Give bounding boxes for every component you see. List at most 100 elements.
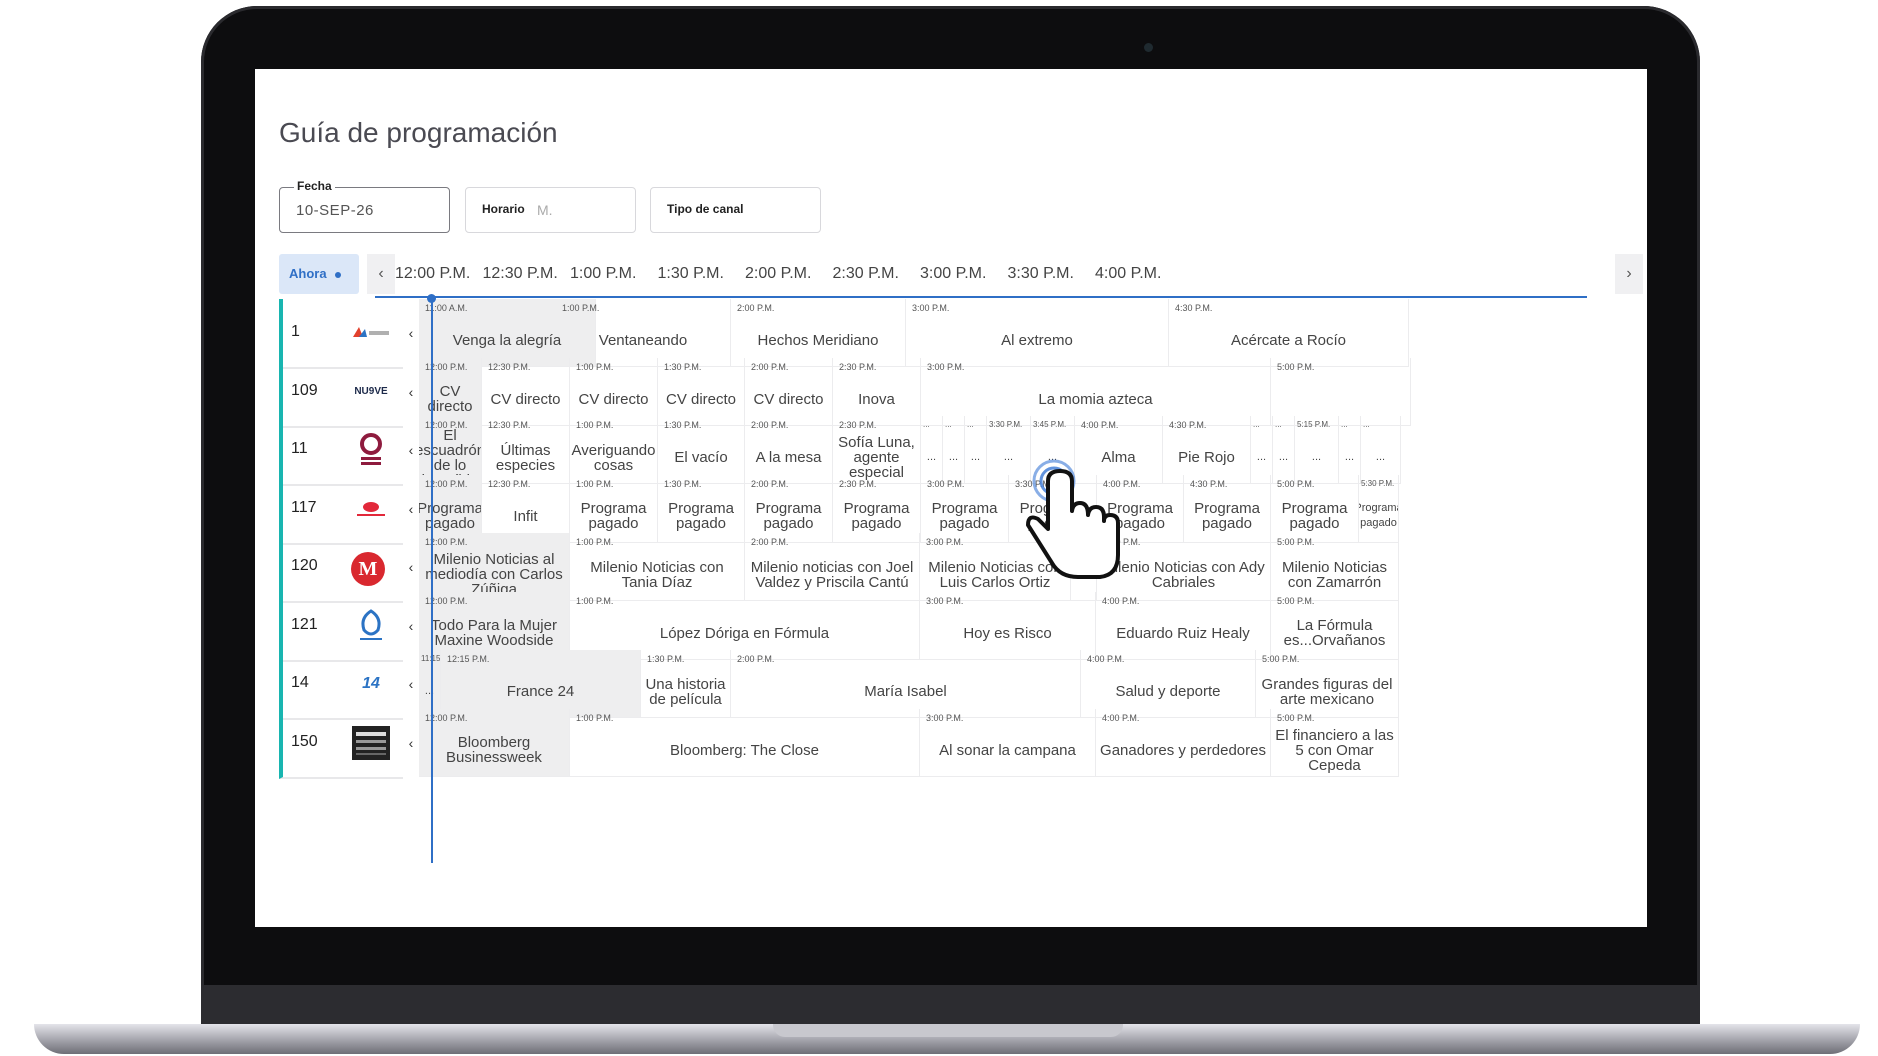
- program-title: Bloomberg Businessweek: [446, 734, 542, 766]
- schedule-select[interactable]: Horario M.: [465, 187, 636, 233]
- channel-type-select-label: Tipo de canal: [667, 202, 744, 216]
- program-time: 1:00 P.M.: [562, 303, 600, 313]
- radio-formula-logo: [351, 608, 391, 641]
- program-time: 12:30 P.M.: [488, 478, 531, 489]
- program-time: 12:15 P.M.: [447, 654, 490, 664]
- program-time: ...: [967, 420, 974, 429]
- channel-number: 14: [291, 674, 309, 691]
- program-time: 1:00 P.M.: [576, 712, 614, 723]
- chevron-left-icon[interactable]: ‹: [403, 709, 419, 777]
- program-time: ...: [923, 420, 930, 429]
- time-bar: Ahora ‹ › 12:00 P.M. 12:30 P.M. 1:00 P.M. 1…: [279, 254, 1643, 294]
- now-dot-icon: [334, 271, 341, 278]
- program-time: 1:30 P.M.: [664, 361, 702, 372]
- tv-shopping-logo: [351, 494, 391, 524]
- program-time: 1:00 P.M.: [576, 595, 614, 606]
- program-title: Al sonar la campana: [939, 741, 1076, 759]
- program-time: ...: [1275, 420, 1282, 429]
- bloomberg-logo: [351, 725, 391, 760]
- program-time: 3:00 P.M.: [926, 595, 964, 606]
- program-time: 3:00 P.M.: [926, 537, 964, 547]
- program-time: ...: [945, 420, 952, 429]
- program-time: 4:00 P.M.: [1087, 654, 1125, 664]
- program-time: 5:00 P.M.: [1277, 361, 1315, 372]
- program-time: 5:00 P.M.: [1277, 595, 1315, 606]
- program-time: 2:30 P.M.: [839, 478, 877, 489]
- time-bar-underline: [375, 296, 1587, 298]
- program-title: Bloomberg: The Close: [670, 741, 819, 759]
- program-time: 2:00 P.M.: [751, 478, 789, 489]
- canal-once-logo: [351, 433, 391, 465]
- laptop-chin: [201, 985, 1700, 1025]
- program-time: 2:00 P.M.: [751, 361, 789, 372]
- program-time: 3:00 P.M.: [927, 478, 965, 489]
- program-time: 2:00 P.M.: [751, 420, 789, 430]
- program-time: 4:00 P.M.: [1081, 420, 1119, 430]
- program-time: ...: [1363, 420, 1370, 429]
- program-time: 2:00 P.M.: [737, 654, 775, 664]
- hand-pointer-icon: [1026, 459, 1120, 579]
- program-time: 5:30 P.M.: [1361, 478, 1395, 488]
- chevron-right-icon[interactable]: ›: [1615, 254, 1643, 294]
- channel-logo-text: 14: [362, 675, 380, 692]
- schedule-select-placeholder: M.: [537, 202, 553, 218]
- azteca-uno-logo: [351, 318, 391, 348]
- time-slot: 12:30 P.M.: [482, 265, 558, 282]
- program-title: El financiero a las 5 con Omar Cepeda: [1275, 726, 1394, 774]
- program-time: 3:45 P.M.: [1033, 420, 1067, 429]
- program-time: 2:00 P.M.: [751, 537, 789, 547]
- time-slot: 1:00 P.M.: [570, 265, 637, 282]
- channel-number: 1: [291, 323, 300, 340]
- program-time: 1:30 P.M.: [664, 420, 702, 430]
- program-time: ...: [1253, 420, 1260, 429]
- channel-number: 117: [291, 498, 317, 516]
- now-button[interactable]: Ahora: [279, 254, 359, 294]
- channel-type-select[interactable]: Tipo de canal: [650, 187, 821, 233]
- program-cell[interactable]: 3:00 P.M. Al sonar la campana: [920, 708, 1096, 777]
- current-time-line: [431, 298, 433, 863]
- program-time: 5:00 P.M.: [1277, 537, 1315, 547]
- program-time: 12:30 P.M.: [488, 361, 531, 372]
- program-time: 5:00 P.M.: [1277, 712, 1315, 723]
- program-time: ...: [1341, 420, 1348, 429]
- program-title: Ganadores y perdedores: [1100, 741, 1266, 759]
- channel-number: 150: [291, 732, 318, 750]
- chevron-left-icon[interactable]: ‹: [367, 254, 395, 294]
- program-time: 1:00 P.M.: [576, 420, 614, 430]
- program-time: 1:30 P.M.: [647, 654, 685, 664]
- program-cell[interactable]: 5:00 P.M. El financiero a las 5 con Omar …: [1271, 708, 1399, 777]
- current-time-dot: [427, 294, 436, 303]
- program-time: 4:00 P.M.: [1102, 595, 1140, 606]
- channel-number: 11: [291, 440, 308, 457]
- program-time: 4:30 P.M.: [1169, 420, 1207, 430]
- channel-cell[interactable]: 150: [279, 708, 403, 779]
- date-field-value: 10-SEP-26: [296, 202, 374, 219]
- program-time: 1:00 P.M.: [576, 361, 614, 372]
- program-time: 4:00 P.M.: [1102, 712, 1140, 723]
- time-slot: 3:30 P.M.: [1007, 265, 1074, 282]
- program-cell[interactable]: 1:00 P.M. Bloomberg: The Close: [570, 708, 920, 777]
- program-cell[interactable]: 4:00 P.M. Ganadores y perdedores: [1096, 708, 1271, 777]
- channel-number: 121: [291, 615, 318, 633]
- program-cell[interactable]: 12:00 P.M. Bloomberg Businessweek: [419, 708, 570, 777]
- date-field-label: Fecha: [294, 179, 335, 193]
- program-time: 5:00 P.M.: [1262, 654, 1300, 664]
- program-time: 3:30 P.M.: [989, 420, 1023, 429]
- time-slot: 2:00 P.M.: [745, 265, 812, 282]
- program-time: 5:15 P.M.: [1297, 420, 1331, 429]
- canal-catorce-logo: 14: [351, 669, 391, 699]
- program-time: 4:30 P.M.: [1190, 478, 1228, 489]
- time-slot: 12:00 P.M.: [395, 265, 471, 282]
- webcam-icon: [1144, 43, 1153, 52]
- channel-logo-text: NU9VE: [354, 386, 388, 397]
- channel-number: 109: [291, 381, 318, 399]
- program-time: 1:00 P.M.: [576, 478, 614, 489]
- program-time: 3:00 P.M.: [927, 361, 965, 372]
- program-time: 3:00 P.M.: [912, 303, 950, 313]
- now-label: Ahora: [289, 266, 327, 281]
- nueve-logo: NU9VE: [351, 377, 391, 407]
- date-field[interactable]: Fecha 10-SEP-26: [279, 179, 450, 233]
- time-slot: 4:00 P.M.: [1095, 265, 1162, 282]
- time-slot: 2:30 P.M.: [832, 265, 899, 282]
- channel-number: 120: [291, 557, 318, 574]
